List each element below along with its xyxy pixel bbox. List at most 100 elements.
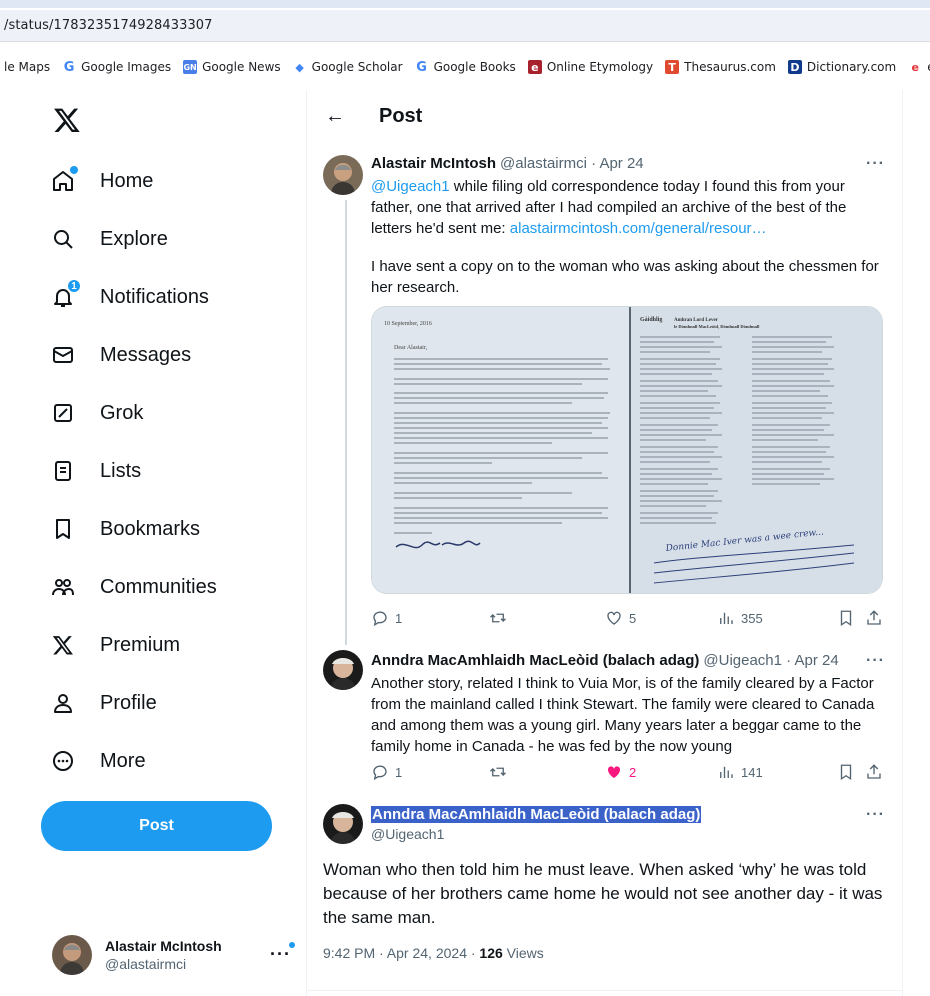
main-nav: Home Explore 1 Notifications Messages Gr…	[50, 152, 290, 790]
nav-notifications[interactable]: 1 Notifications	[50, 268, 290, 326]
google-scholar-icon: ◆	[295, 60, 304, 74]
more-options-icon[interactable]: ···	[866, 806, 885, 824]
letter-language: Gàidhlig	[640, 317, 662, 323]
grok-icon	[50, 400, 76, 426]
more-circle-icon	[50, 748, 76, 774]
bookmark-google-scholar[interactable]: ◆ Google Scholar	[293, 60, 402, 74]
bookmark-icon	[840, 764, 852, 781]
views-button[interactable]: 355	[717, 609, 763, 627]
share-icon	[867, 610, 881, 625]
tweet-header: Alastair McIntosh @alastairmci · Apr 24	[371, 155, 644, 172]
mention-link[interactable]: @Uigeach1	[371, 178, 450, 195]
bookmark-google-images[interactable]: G Google Images	[62, 59, 171, 75]
account-handle: @alastairmci	[105, 956, 187, 972]
avatar[interactable]	[323, 155, 363, 195]
thread-line	[345, 200, 347, 645]
bookmark-dictionary[interactable]: D Dictionary.com	[787, 60, 896, 74]
tweet-image[interactable]: 10 September, 2016 Dear Alastair, Gàidhl…	[371, 306, 883, 594]
author-handle[interactable]: @Uigeach1 · Apr 24	[703, 652, 838, 669]
retweet-icon	[490, 613, 506, 623]
tweet-text: I have sent a copy on to the woman who w…	[371, 258, 879, 296]
account-name: Alastair McIntosh	[105, 938, 222, 954]
post-header: ← Post	[307, 96, 902, 136]
home-icon	[50, 166, 78, 194]
google-icon: G	[63, 59, 75, 75]
nav-premium[interactable]: Premium	[50, 616, 290, 674]
heart-filled-icon	[607, 766, 621, 778]
more-options-icon[interactable]: ···	[270, 942, 295, 965]
nav-explore[interactable]: Explore	[50, 210, 290, 268]
author-handle[interactable]: @alastairmci · Apr 24	[500, 155, 644, 172]
heart-icon	[607, 611, 621, 625]
nav-communities[interactable]: Communities	[50, 558, 290, 616]
share-button[interactable]	[865, 763, 883, 781]
nav-more[interactable]: More	[50, 732, 290, 790]
divider	[307, 990, 902, 991]
share-button[interactable]	[865, 609, 883, 627]
nav-grok[interactable]: Grok	[50, 384, 290, 442]
tweet-text: @Uigeach1 while filing old correspondenc…	[371, 178, 847, 237]
unread-dot	[288, 942, 295, 948]
reply-button[interactable]: 1	[371, 609, 402, 627]
author-name[interactable]: Anndra MacAmhlaidh MacLeòid (balach adag…	[371, 652, 699, 669]
like-button[interactable]: 5	[605, 609, 636, 627]
tweet-link[interactable]: alastairmcintosh.com/general/resour…	[510, 220, 767, 237]
nav-profile[interactable]: Profile	[50, 674, 290, 732]
retweet-icon	[490, 767, 506, 777]
google-news-icon: GN	[183, 60, 198, 74]
tweet-text: Another story, related I think to Vuia M…	[371, 675, 875, 755]
letter-date: 10 September, 2016	[384, 321, 432, 327]
communities-icon	[50, 574, 76, 600]
views-label: Views	[502, 945, 544, 961]
post-button[interactable]: Post	[41, 801, 272, 851]
bookmark-thesaurus[interactable]: T Thesaurus.com	[665, 60, 776, 74]
bookmark-icon	[50, 516, 76, 542]
tweet-text: Woman who then told him he must leave. W…	[323, 860, 883, 927]
share-icon	[867, 764, 881, 779]
nav-lists[interactable]: Lists	[50, 442, 290, 500]
reply-button[interactable]: 1	[371, 763, 402, 781]
avatar	[52, 935, 92, 975]
etymology-icon: e	[527, 60, 542, 74]
letter-greeting: Dear Alastair,	[394, 345, 428, 351]
dictionary-icon: D	[787, 60, 802, 74]
x-logo-icon[interactable]	[53, 106, 81, 134]
author-name[interactable]: Anndra MacAmhlaidh MacLeòid (balach adag…	[371, 806, 702, 823]
letter-photo: 10 September, 2016 Dear Alastair, Gàidhl…	[372, 307, 882, 593]
bookmark-google-books[interactable]: G Google Books	[415, 60, 516, 75]
address-bar[interactable]: /status/1783235174928433307	[0, 10, 930, 42]
back-arrow-icon[interactable]: ←	[325, 105, 349, 128]
bookmark-button[interactable]	[837, 763, 855, 781]
more-options-icon[interactable]: ···	[866, 652, 885, 670]
more-options-icon[interactable]: ···	[866, 155, 885, 173]
retweet-button[interactable]	[489, 609, 507, 627]
nav-messages[interactable]: Messages	[50, 326, 290, 384]
like-button[interactable]: 2	[605, 763, 636, 781]
bookmark-online-etymology[interactable]: e Online Etymology	[527, 60, 653, 74]
bookmark-ebay[interactable]: eeBay	[908, 60, 930, 74]
poem-author: le Dòmhnall MacLeòid, Dòmhnall Dòmhnall	[674, 324, 760, 329]
thesaurus-icon: T	[665, 60, 680, 74]
views-count: 126	[479, 945, 503, 961]
reply-icon	[373, 611, 387, 627]
author-name[interactable]: Alastair McIntosh	[371, 155, 496, 172]
list-icon	[50, 458, 76, 484]
retweet-button[interactable]	[489, 763, 507, 781]
bookmark-button[interactable]	[837, 609, 855, 627]
url-text: /status/1783235174928433307	[4, 18, 213, 33]
bookmark-maps[interactable]: le Maps	[4, 60, 50, 74]
author-handle[interactable]: @Uigeach1	[371, 826, 444, 842]
views-button[interactable]: 141	[717, 763, 763, 781]
bookmarks-bar: le Maps G Google Images GN Google News ◆ Go…	[0, 52, 930, 82]
nav-bookmarks[interactable]: Bookmarks	[50, 500, 290, 558]
tweet-timestamp[interactable]: 9:42 PM · Apr 24, 2024 ·	[323, 945, 479, 961]
poem-title: Amhran Lord Lever	[674, 318, 719, 323]
bookmark-google-news[interactable]: GN Google News	[183, 60, 281, 74]
nav-home[interactable]: Home	[50, 152, 290, 210]
ebay-icon: e	[911, 60, 919, 74]
avatar[interactable]	[323, 650, 363, 690]
column-divider	[902, 90, 903, 996]
account-switcher[interactable]: Alastair McIntosh @alastairmci ···	[52, 930, 295, 980]
person-icon	[50, 690, 76, 716]
avatar[interactable]	[323, 804, 363, 844]
